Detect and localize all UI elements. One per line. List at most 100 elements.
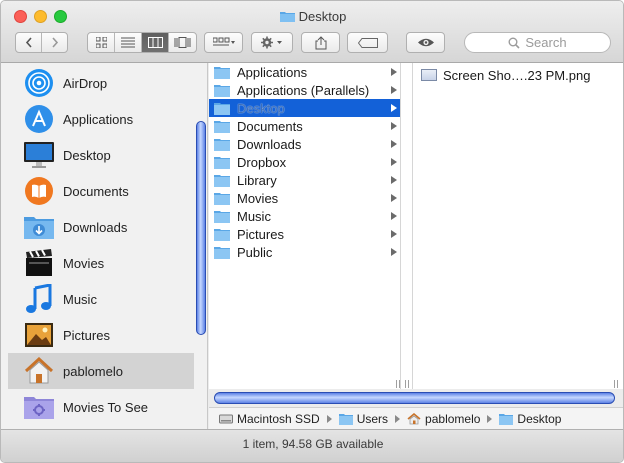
disclosure-arrow-icon	[391, 122, 397, 130]
folder-icon	[279, 12, 295, 22]
forward-button[interactable]	[42, 33, 67, 52]
breadcrumb-label: Users	[356, 411, 389, 426]
breadcrumb-separator-icon	[395, 414, 401, 423]
list-item-label: Dropbox	[237, 154, 287, 170]
downloads-folder-icon	[214, 138, 230, 151]
image-file-icon	[421, 69, 437, 81]
sidebar-scrollbar[interactable]	[196, 121, 206, 335]
nav-buttons	[15, 32, 68, 53]
tag-button[interactable]	[347, 32, 388, 53]
view-mode-segment	[87, 32, 197, 53]
action-button[interactable]	[251, 32, 293, 53]
arrange-button[interactable]	[204, 32, 243, 53]
breadcrumb-macintosh-ssd[interactable]: Macintosh SSD	[219, 412, 320, 426]
library-folder-icon	[214, 174, 230, 187]
share-button[interactable]	[301, 32, 340, 53]
sidebar-item-label: Desktop	[63, 147, 111, 163]
sidebar-item-label: Downloads	[63, 219, 128, 235]
sidebar-item-movies-to-see[interactable]: Movies To See	[8, 389, 194, 425]
quick-look-button[interactable]	[406, 32, 445, 53]
status-text: 1 item, 94.58 GB available	[242, 437, 384, 451]
dropbox-folder-icon	[214, 156, 230, 169]
folder-icon	[214, 84, 230, 97]
sidebar-item-airdrop[interactable]: AirDrop	[8, 65, 194, 101]
sidebar-item-label: AirDrop	[63, 75, 108, 91]
sidebar-item-desktop[interactable]: Desktop	[8, 137, 194, 173]
list-item[interactable]: Applications (Parallels)	[209, 81, 400, 99]
sidebar-item-label: Movies To See	[63, 399, 149, 415]
breadcrumb-users[interactable]: Users	[338, 411, 389, 426]
gear-icon	[261, 36, 282, 49]
breadcrumb-label: Desktop	[517, 411, 562, 426]
column-user-folder: Applications Applications (Parallels) De…	[209, 63, 401, 389]
list-item-label: Desktop	[237, 100, 285, 116]
column-view-button[interactable]	[142, 33, 169, 52]
sidebar-item-applications[interactable]: Applications	[8, 101, 194, 137]
chevron-right-icon	[51, 37, 58, 48]
list-view-icon	[121, 37, 135, 48]
home-icon	[23, 355, 55, 387]
sidebar-item-label: Applications	[63, 111, 134, 127]
documents-icon	[23, 175, 55, 207]
breadcrumb-separator-icon	[487, 414, 493, 423]
list-item[interactable]: Dropbox	[209, 153, 400, 171]
applications-folder-icon	[214, 66, 230, 79]
tag-icon	[357, 37, 378, 48]
sidebar-item-downloads[interactable]: Downloads	[8, 209, 194, 245]
list-item-selected[interactable]: Desktop	[209, 99, 400, 117]
list-item[interactable]: Library	[209, 171, 400, 189]
sidebar-item-label: Pictures	[63, 327, 110, 343]
disclosure-arrow-icon	[391, 212, 397, 220]
file-item[interactable]: Screen Sho….23 PM.png	[421, 66, 590, 84]
sidebar-item-pictures[interactable]: Pictures	[8, 317, 194, 353]
music-icon	[23, 283, 55, 315]
list-item[interactable]: Applications	[209, 63, 400, 81]
disclosure-arrow-icon	[391, 68, 397, 76]
sidebar-item-label: Documents	[63, 183, 129, 199]
file-item-label: Screen Sho….23 PM.png	[443, 67, 591, 83]
folder-icon	[338, 413, 353, 425]
breadcrumb-label: pablomelo	[425, 411, 481, 426]
public-folder-icon	[214, 246, 230, 259]
disclosure-arrow-icon	[391, 104, 397, 112]
window-title: Desktop	[1, 9, 623, 24]
horizontal-scrollbar[interactable]	[214, 392, 615, 404]
movies-folder-icon	[214, 192, 230, 205]
list-item-label: Pictures	[237, 226, 284, 242]
pictures-folder-icon	[214, 228, 230, 241]
sidebar-item-movies[interactable]: Movies	[8, 245, 194, 281]
disclosure-arrow-icon	[391, 158, 397, 166]
back-button[interactable]	[16, 33, 42, 52]
breadcrumb-pablomelo[interactable]: pablomelo	[407, 412, 480, 426]
desktop-icon	[23, 139, 55, 171]
coverflow-view-button[interactable]	[169, 33, 196, 52]
applications-icon	[23, 103, 55, 135]
desktop-folder-icon	[214, 102, 230, 115]
sidebar-item-label: Music	[63, 291, 97, 307]
breadcrumb-label: Macintosh SSD	[237, 411, 320, 426]
breadcrumb-desktop[interactable]: Desktop	[499, 412, 561, 426]
list-item-label: Applications	[237, 64, 308, 80]
sidebar-item-music[interactable]: Music	[8, 281, 194, 317]
hard-drive-icon	[219, 414, 233, 423]
list-item-label: Movies	[237, 190, 279, 206]
column-resize-handle[interactable]	[404, 380, 410, 388]
list-item[interactable]: Pictures	[209, 225, 400, 243]
sidebar-item-pablomelo[interactable]: pablomelo	[8, 353, 194, 389]
list-item[interactable]: Movies	[209, 189, 400, 207]
search-input[interactable]: Search	[464, 32, 611, 53]
sidebar-item-documents[interactable]: Documents	[8, 173, 194, 209]
disclosure-arrow-icon	[391, 176, 397, 184]
list-item[interactable]: Downloads	[209, 135, 400, 153]
list-item[interactable]: Music	[209, 207, 400, 225]
list-item[interactable]: Public	[209, 243, 400, 261]
icon-view-button[interactable]	[88, 33, 115, 52]
list-item-label: Music	[237, 208, 271, 224]
column-view-icon	[147, 37, 163, 48]
column-divider	[401, 63, 413, 389]
list-item[interactable]: Documents	[209, 117, 400, 135]
share-icon	[315, 35, 326, 49]
home-icon	[407, 412, 421, 424]
list-view-button[interactable]	[115, 33, 142, 52]
column-resize-handle[interactable]	[613, 380, 619, 388]
